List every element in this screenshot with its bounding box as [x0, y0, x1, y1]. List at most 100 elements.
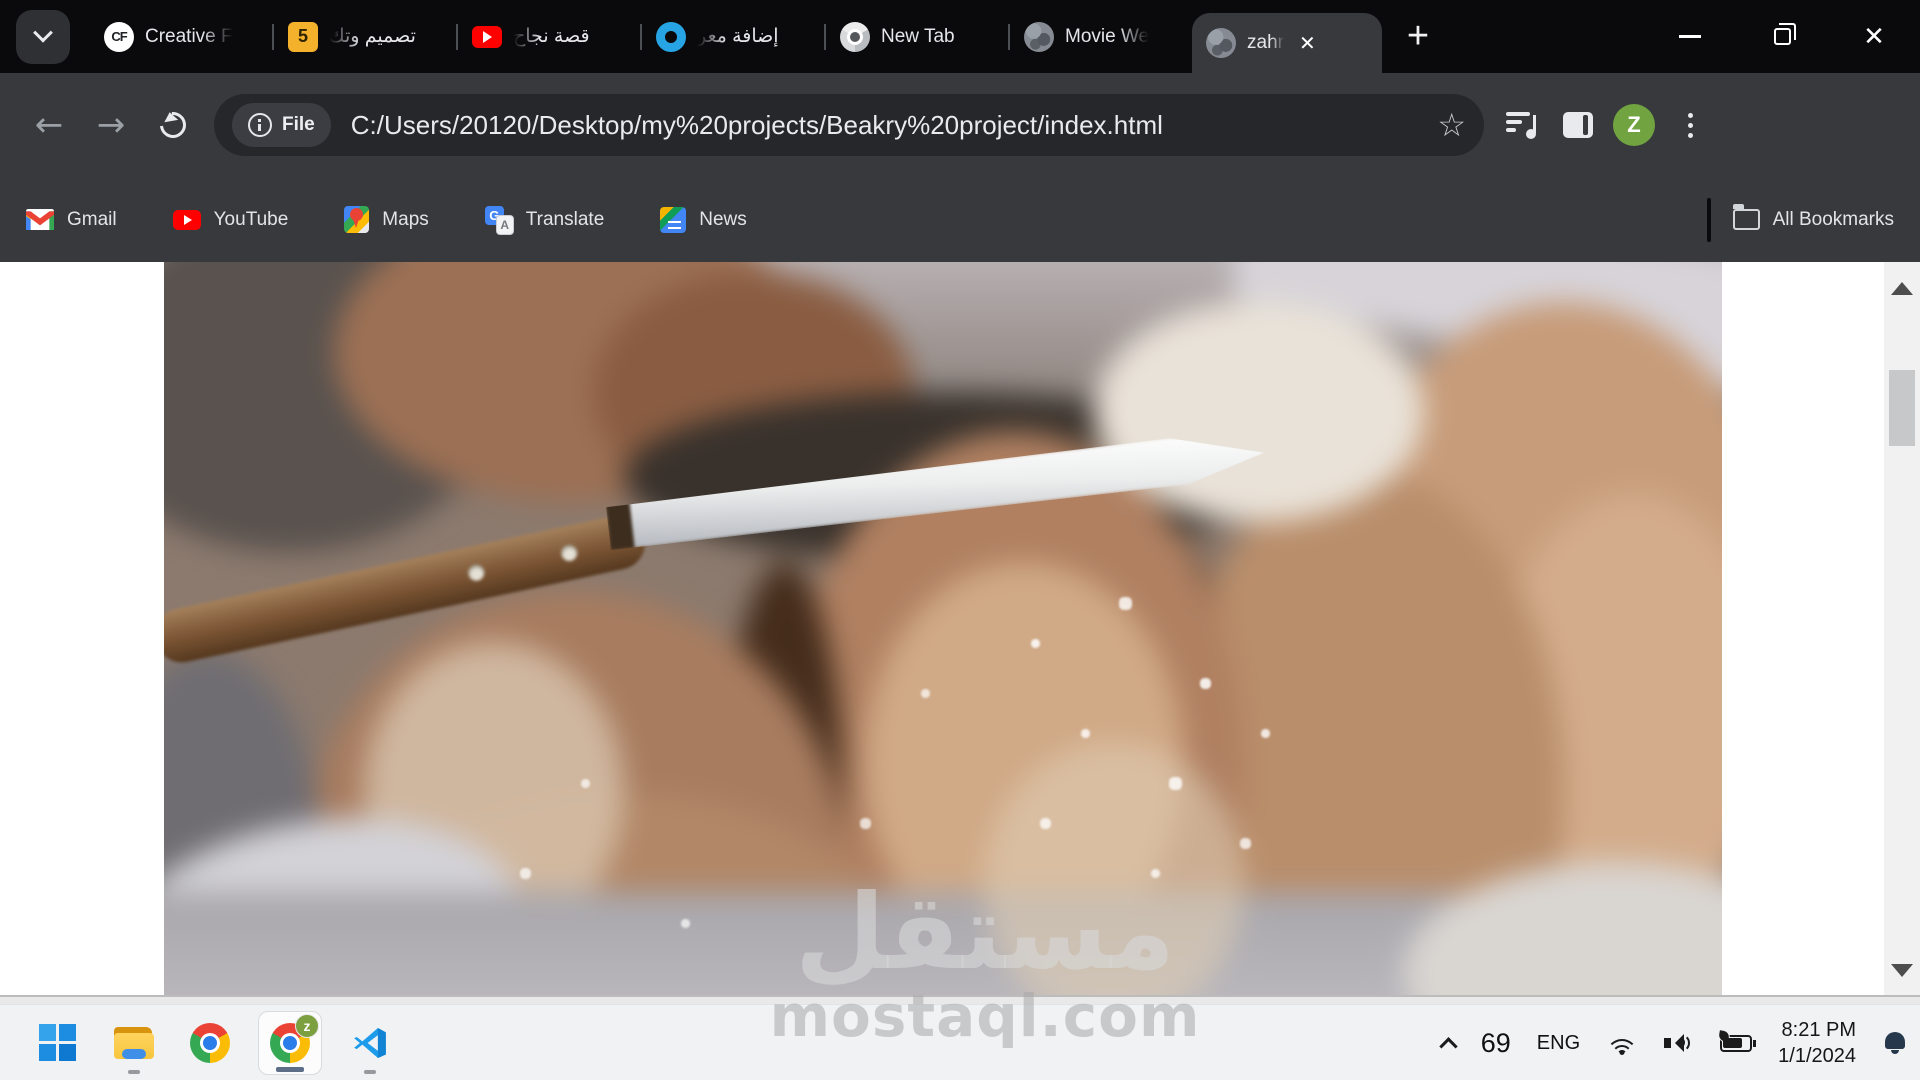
chrome-button[interactable] — [182, 1009, 238, 1077]
language-indicator[interactable]: ENG — [1537, 1032, 1580, 1055]
tab-khamsat[interactable]: 5 تصميم وتك — [274, 0, 456, 73]
tray-date: 1/1/2024 — [1778, 1043, 1856, 1069]
tab-label: Movie We — [1065, 26, 1149, 48]
back-icon: ← — [35, 105, 64, 145]
chevron-down-icon — [33, 22, 53, 42]
tab-label: New Tab — [881, 26, 955, 48]
vscode-icon — [351, 1024, 389, 1062]
windows-logo-icon — [39, 1024, 77, 1062]
reload-button[interactable] — [142, 94, 204, 156]
restore-button[interactable] — [1736, 0, 1828, 73]
tab-movie[interactable]: Movie We — [1010, 0, 1192, 73]
file-explorer-button[interactable] — [106, 1009, 162, 1077]
side-panel-button[interactable] — [1550, 97, 1606, 153]
tab-label: zahr — [1247, 32, 1284, 54]
restore-icon — [1774, 28, 1791, 45]
windows-taskbar: z 69 ENG 8:21 PM 1/1/2024 — [0, 1004, 1920, 1080]
bookmark-label: Gmail — [67, 209, 117, 231]
back-button[interactable]: ← — [18, 94, 80, 156]
running-indicator — [128, 1070, 140, 1074]
translate-icon: G A — [485, 206, 513, 234]
kebab-menu-icon — [1688, 113, 1693, 138]
notification-bell-icon[interactable] — [1882, 1030, 1908, 1056]
side-panel-icon — [1563, 112, 1593, 138]
tab-label: قصة نجاح — [513, 25, 590, 48]
vscode-button[interactable] — [342, 1009, 398, 1077]
tray-overflow-chevron-icon[interactable] — [1439, 1037, 1457, 1055]
url-text[interactable]: C:/Users/20120/Desktop/my%20projects/Bea… — [351, 110, 1428, 141]
tab-zahr-active[interactable]: zahr ✕ — [1192, 13, 1382, 73]
menu-button[interactable] — [1662, 97, 1718, 153]
page-viewport — [0, 262, 1920, 995]
clock[interactable]: 8:21 PM 1/1/2024 — [1778, 1017, 1856, 1069]
tab-new-tab[interactable]: New Tab — [826, 0, 1008, 73]
separator — [1707, 198, 1711, 242]
all-bookmarks-button[interactable]: All Bookmarks — [1733, 209, 1894, 231]
bookmark-label: Translate — [526, 209, 605, 231]
active-indicator — [276, 1067, 304, 1072]
system-tray: 69 ENG 8:21 PM 1/1/2024 — [1442, 1005, 1908, 1080]
close-button[interactable]: ✕ — [1828, 0, 1920, 73]
blue-ring-icon — [656, 22, 686, 52]
tray-number[interactable]: 69 — [1481, 1028, 1511, 1059]
chrome-logo-icon — [840, 22, 870, 52]
start-button[interactable] — [30, 1009, 86, 1077]
file-explorer-icon — [114, 1025, 154, 1061]
youtube-icon — [472, 26, 502, 48]
bakery-photo — [164, 262, 1722, 995]
folder-icon — [1733, 209, 1760, 230]
file-chip[interactable]: File — [232, 103, 331, 147]
minimize-button[interactable] — [1644, 0, 1736, 73]
wifi-icon[interactable] — [1606, 1031, 1638, 1055]
volume-icon[interactable] — [1664, 1031, 1694, 1055]
profile-button[interactable]: Z — [1606, 97, 1662, 153]
scroll-down-arrow[interactable] — [1891, 964, 1913, 977]
scrollbar-thumb[interactable] — [1889, 370, 1915, 446]
photo-blur-layer — [164, 262, 1722, 995]
reload-icon — [155, 107, 192, 144]
powdered-sugar-specks — [164, 262, 167, 265]
youtube-icon — [173, 210, 201, 230]
bookmark-maps[interactable]: Maps — [344, 206, 428, 233]
forward-button[interactable]: → — [80, 94, 142, 156]
media-controls-button[interactable] — [1494, 97, 1550, 153]
cf-logo-icon: CF — [104, 22, 134, 52]
info-icon — [248, 113, 272, 137]
bookmark-translate[interactable]: G A Translate — [485, 206, 605, 234]
energy-saver-leaf-icon — [1717, 1029, 1731, 1043]
tab-youtube[interactable]: قصة نجاح — [458, 0, 640, 73]
globe-icon — [1024, 22, 1054, 52]
battery-icon[interactable] — [1720, 1035, 1752, 1052]
window-bottom-edge — [0, 995, 1920, 1004]
maps-icon — [344, 206, 369, 233]
avatar: Z — [1613, 104, 1655, 146]
bookmark-star-icon[interactable]: ☆ — [1437, 106, 1466, 144]
knife-rivet — [560, 544, 579, 563]
tab-search-button[interactable] — [16, 10, 70, 64]
all-bookmarks-label: All Bookmarks — [1773, 209, 1894, 231]
window-controls: ✕ — [1644, 0, 1920, 73]
close-icon: ✕ — [1863, 21, 1885, 52]
new-tab-button[interactable]: + — [1392, 11, 1444, 63]
screen: CF Creative F 5 تصميم وتك قصة نجاح إضافة… — [0, 0, 1920, 1080]
tab-label: تصميم وتك — [329, 25, 416, 48]
page-scrollbar[interactable] — [1884, 262, 1920, 995]
tab-addition[interactable]: إضافة معر — [642, 0, 824, 73]
gmail-icon — [26, 209, 54, 230]
bookmark-youtube[interactable]: YouTube — [173, 209, 289, 231]
taskbar-apps: z — [30, 1005, 398, 1080]
address-bar[interactable]: File C:/Users/20120/Desktop/my%20project… — [214, 94, 1484, 156]
bookmark-gmail[interactable]: Gmail — [26, 209, 117, 231]
scroll-up-arrow[interactable] — [1891, 282, 1913, 295]
tab-close-icon[interactable]: ✕ — [1299, 31, 1316, 56]
tab-creative[interactable]: CF Creative F — [90, 0, 272, 73]
chrome-icon — [190, 1023, 230, 1063]
chrome-profile-button-active[interactable]: z — [258, 1011, 322, 1075]
minimize-icon — [1679, 35, 1701, 38]
tab-strip: CF Creative F 5 تصميم وتك قصة نجاح إضافة… — [0, 0, 1920, 73]
tab-label: Creative F — [145, 26, 233, 48]
khamsat-icon: 5 — [288, 22, 318, 52]
bookmark-news[interactable]: News — [660, 207, 747, 233]
globe-icon — [1206, 28, 1236, 58]
news-icon — [660, 207, 686, 233]
